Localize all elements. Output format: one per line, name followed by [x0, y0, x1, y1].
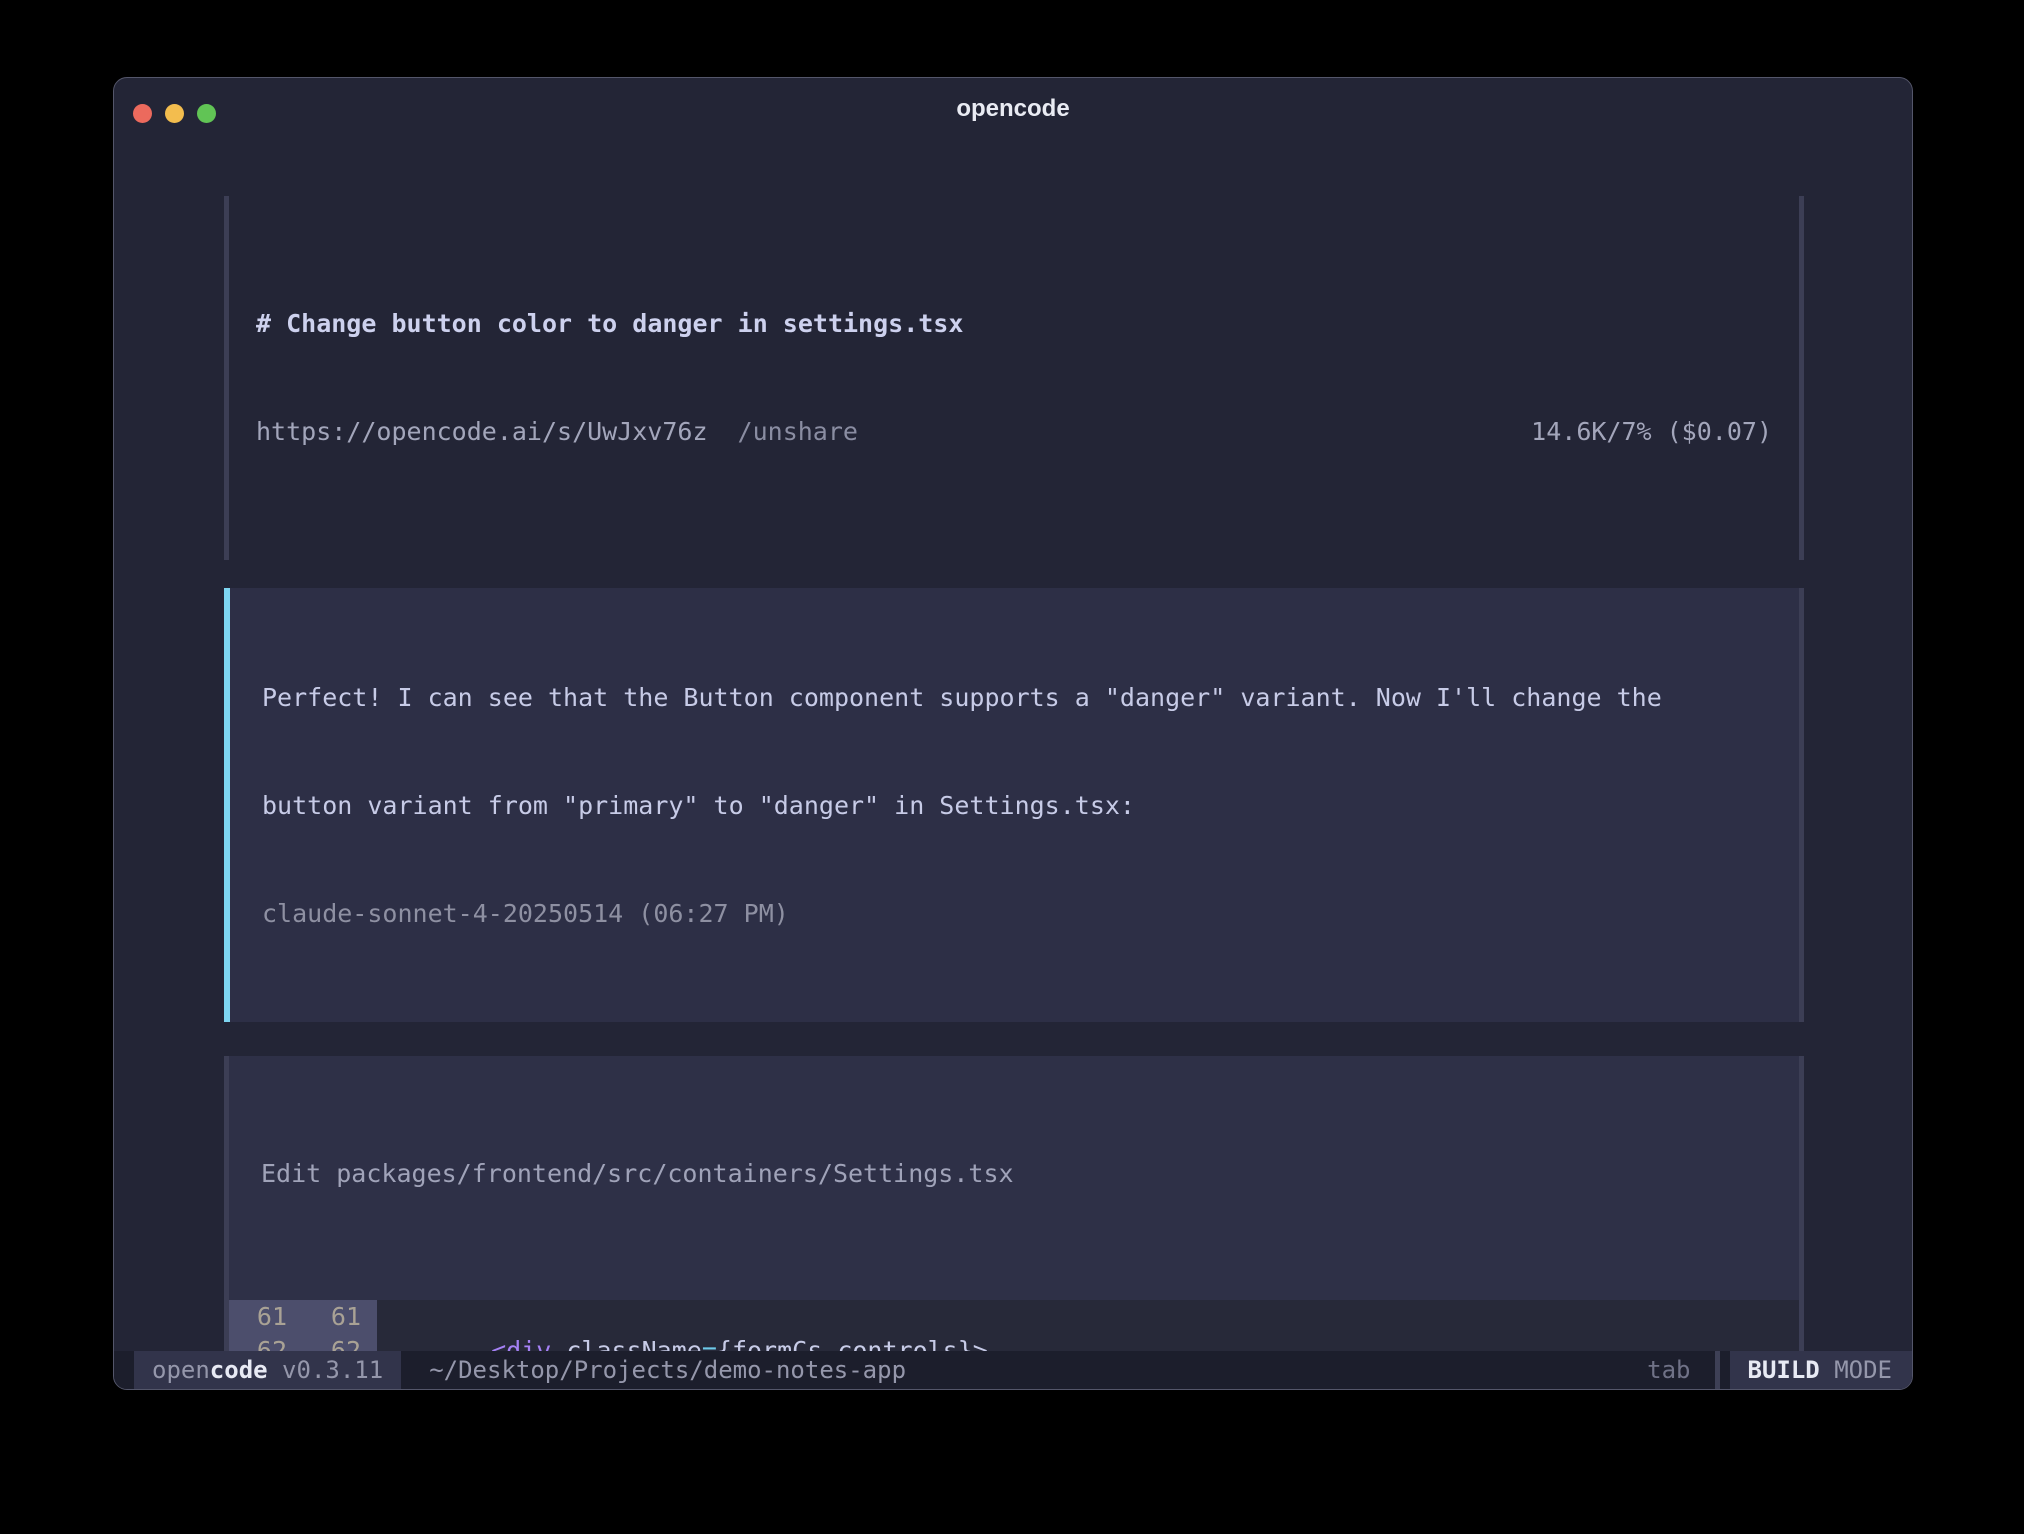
header-right-rule — [1799, 196, 1804, 560]
model-timestamp: claude-sonnet-4-20250514 (06:27 PM) — [262, 896, 1767, 932]
session-meta: https://opencode.ai/s/UwJxv76z /unshare … — [256, 414, 1772, 450]
session-header: # Change button color to danger in setti… — [224, 196, 1804, 560]
app-version: v0.3.11 — [268, 1351, 384, 1389]
edit-tool-call: Edit packages/frontend/src/containers/Se… — [224, 1056, 1804, 1390]
message-text: button variant from "primary" to "danger… — [262, 788, 1767, 824]
opencode-window: opencode # Change button color to danger… — [113, 77, 1913, 1390]
app-version-badge: opencode v0.3.11 — [134, 1351, 401, 1389]
mode-primary: BUILD — [1748, 1351, 1820, 1389]
app-name-prefix: open — [152, 1351, 210, 1389]
tab-key-hint[interactable]: tab — [1647, 1351, 1690, 1389]
unshare-command[interactable]: /unshare — [738, 414, 858, 450]
status-bar: opencode v0.3.11 ~/Desktop/Projects/demo… — [114, 1351, 1912, 1389]
mode-badge[interactable]: BUILD MODE — [1730, 1351, 1913, 1389]
session-title: # Change button color to danger in setti… — [256, 306, 1772, 342]
assistant-message: Perfect! I can see that the Button compo… — [224, 588, 1804, 1022]
mode-secondary: MODE — [1820, 1351, 1892, 1389]
titlebar: opencode — [114, 78, 1912, 136]
app-name-suffix: code — [210, 1351, 268, 1389]
working-directory: ~/Desktop/Projects/demo-notes-app — [429, 1351, 906, 1389]
mode-divider — [1715, 1351, 1720, 1389]
context-usage-stats: 14.6K/7% ($0.07) — [1531, 414, 1772, 450]
window-title: opencode — [114, 95, 1912, 123]
header-left-rule — [224, 196, 229, 560]
share-url-link[interactable]: https://opencode.ai/s/UwJxv76z — [256, 414, 708, 450]
diff-row: 6161 — [229, 1300, 1799, 1334]
tool-call-title: Edit packages/frontend/src/containers/Se… — [229, 1156, 1799, 1192]
message-text: Perfect! I can see that the Button compo… — [262, 680, 1767, 716]
